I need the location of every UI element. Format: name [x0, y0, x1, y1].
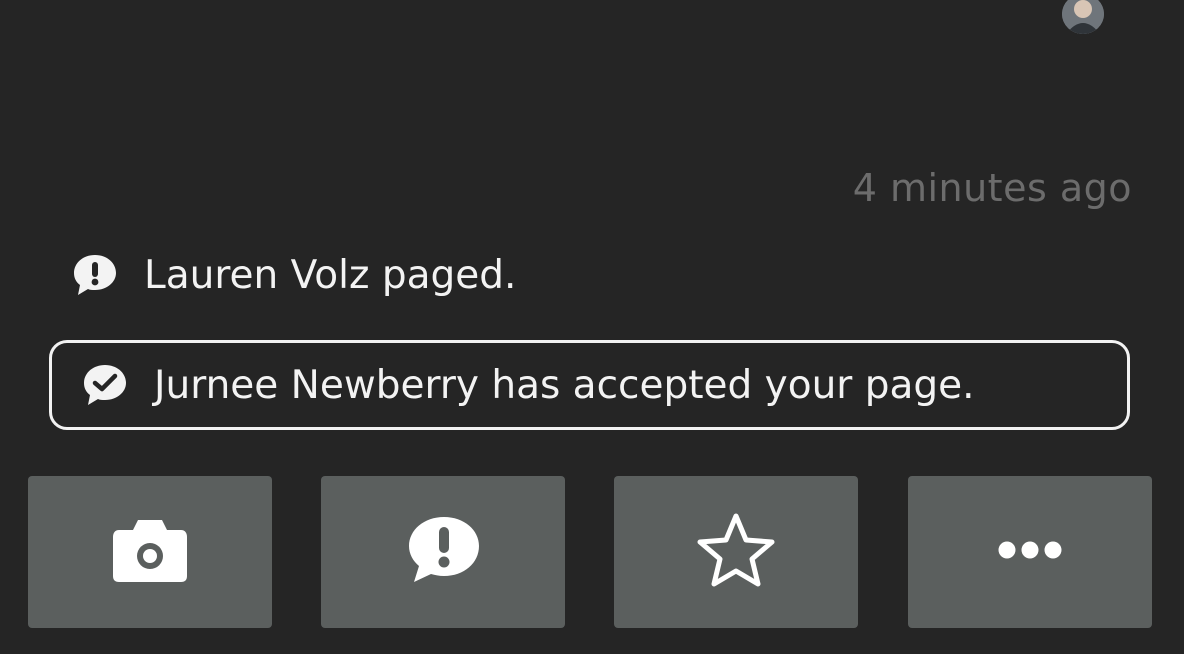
camera-icon: [111, 516, 189, 588]
timeline-event-accepted[interactable]: Jurnee Newberry has accepted your page.: [49, 340, 1130, 430]
action-bar: [28, 476, 1152, 628]
event-text: Lauren Volz paged.: [144, 252, 517, 298]
timeline-event-paged: Lauren Volz paged.: [70, 250, 516, 300]
page-alert-icon: [70, 250, 120, 300]
avatar[interactable]: [1062, 0, 1104, 34]
page-icon: [403, 514, 483, 590]
favorite-button[interactable]: [614, 476, 858, 628]
page-button[interactable]: [321, 476, 565, 628]
more-button[interactable]: [908, 476, 1152, 628]
camera-button[interactable]: [28, 476, 272, 628]
timestamp: 4 minutes ago: [852, 166, 1132, 210]
star-icon: [695, 511, 777, 593]
event-text: Jurnee Newberry has accepted your page.: [154, 362, 975, 408]
more-icon: [995, 538, 1065, 566]
page-accepted-icon: [80, 360, 130, 410]
user-avatar: [1062, 0, 1104, 34]
